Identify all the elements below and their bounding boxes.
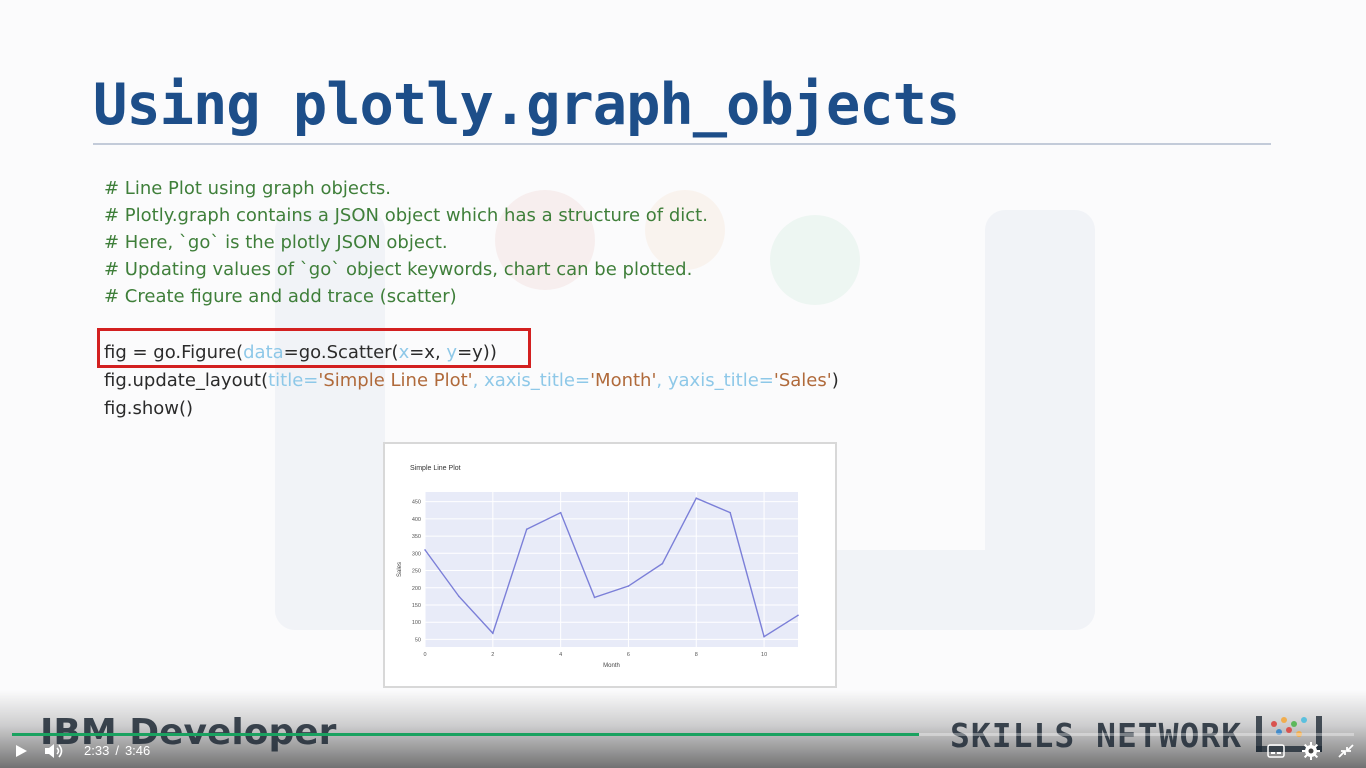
chart-title: Simple Line Plot — [410, 465, 461, 472]
play-icon[interactable] — [14, 744, 28, 758]
chart-frame: 50 100 150 200 250 300 350 400 450 0 2 4 6 8 10 Simple … — [383, 442, 837, 688]
code-token: = — [575, 370, 591, 391]
page-title: Using plotly.graph_objects — [93, 72, 960, 138]
y-tick-label: 450 — [412, 500, 421, 506]
comment-line: # Line Plot using graph objects. — [104, 178, 392, 199]
code-token: , — [472, 370, 485, 391]
comment-line: # Plotly.graph contains a JSON object wh… — [104, 205, 708, 226]
y-tick-label: 50 — [415, 637, 421, 643]
captions-icon[interactable] — [1267, 744, 1285, 758]
data-point — [492, 632, 494, 635]
data-point — [661, 562, 664, 565]
x-axis-label: Month — [603, 663, 620, 669]
comment-line: # Updating values of `go` object keyword… — [104, 259, 693, 280]
code-string: 'Simple Line Plot' — [318, 370, 473, 391]
settings-icon[interactable] — [1302, 742, 1320, 760]
code-token: , — [656, 370, 668, 391]
seek-bar[interactable] — [12, 733, 1354, 736]
plot-area — [425, 492, 798, 647]
data-point — [559, 511, 562, 514]
y-tick-label: 400 — [412, 517, 421, 523]
volume-icon[interactable] — [44, 743, 64, 759]
y-tick-label: 250 — [412, 569, 421, 575]
data-point — [763, 635, 765, 638]
code-token: ) — [831, 370, 839, 391]
x-tick-label: 2 — [491, 652, 494, 658]
time-display: 2:33 / 3:46 — [84, 743, 150, 758]
seek-bar-progress — [12, 733, 920, 736]
code-keyword: xaxis_title — [484, 370, 575, 391]
duration: 3:46 — [124, 743, 151, 758]
x-tick-label: 6 — [627, 652, 630, 658]
x-tick-label: 10 — [761, 652, 767, 658]
data-point — [424, 549, 426, 551]
title-divider — [93, 143, 1271, 145]
slide: Using plotly.graph_objects # Line Plot u… — [0, 0, 1366, 768]
data-point — [797, 614, 799, 617]
code-keyword: yaxis_title — [667, 370, 759, 391]
code-token: = — [303, 370, 319, 391]
data-point — [458, 595, 460, 598]
x-tick-label: 4 — [559, 652, 562, 658]
y-tick-label: 300 — [412, 551, 421, 557]
y-tick-label: 100 — [412, 620, 421, 626]
data-point — [695, 497, 698, 499]
code-string: 'Month' — [590, 370, 657, 391]
exit-fullscreen-icon[interactable] — [1338, 744, 1354, 758]
code-token: = — [758, 370, 774, 391]
code-token: fig.update_layout( — [104, 370, 269, 391]
x-tick-label: 8 — [695, 652, 698, 658]
code-line-layout: fig.update_layout(title='Simple Line Plo… — [104, 367, 839, 395]
data-point — [525, 528, 528, 530]
y-tick-label: 200 — [412, 586, 421, 592]
y-tick-label: 350 — [412, 534, 421, 540]
y-axis-label: Sales — [397, 562, 403, 577]
comment-line: # Here, `go` is the plotly JSON object. — [104, 232, 448, 253]
code-keyword: title — [268, 370, 304, 391]
x-tick-label: 0 — [423, 652, 426, 658]
comment-line: # Create figure and add trace (scatter) — [104, 286, 457, 307]
y-tick-label: 150 — [412, 603, 421, 609]
comment-block: # Line Plot using graph objects. # Plotl… — [104, 175, 708, 310]
data-point — [729, 511, 731, 514]
code-line-show: fig.show() — [104, 398, 194, 419]
data-point — [627, 585, 630, 587]
current-time: 2:33 — [84, 743, 110, 758]
code-highlight-box — [97, 328, 531, 368]
code-string: 'Sales' — [773, 370, 832, 391]
line-chart: 50 100 150 200 250 300 350 400 450 0 2 4 6 8 10 Simple … — [397, 465, 799, 669]
time-separator: / — [115, 743, 119, 758]
data-point — [593, 596, 596, 599]
